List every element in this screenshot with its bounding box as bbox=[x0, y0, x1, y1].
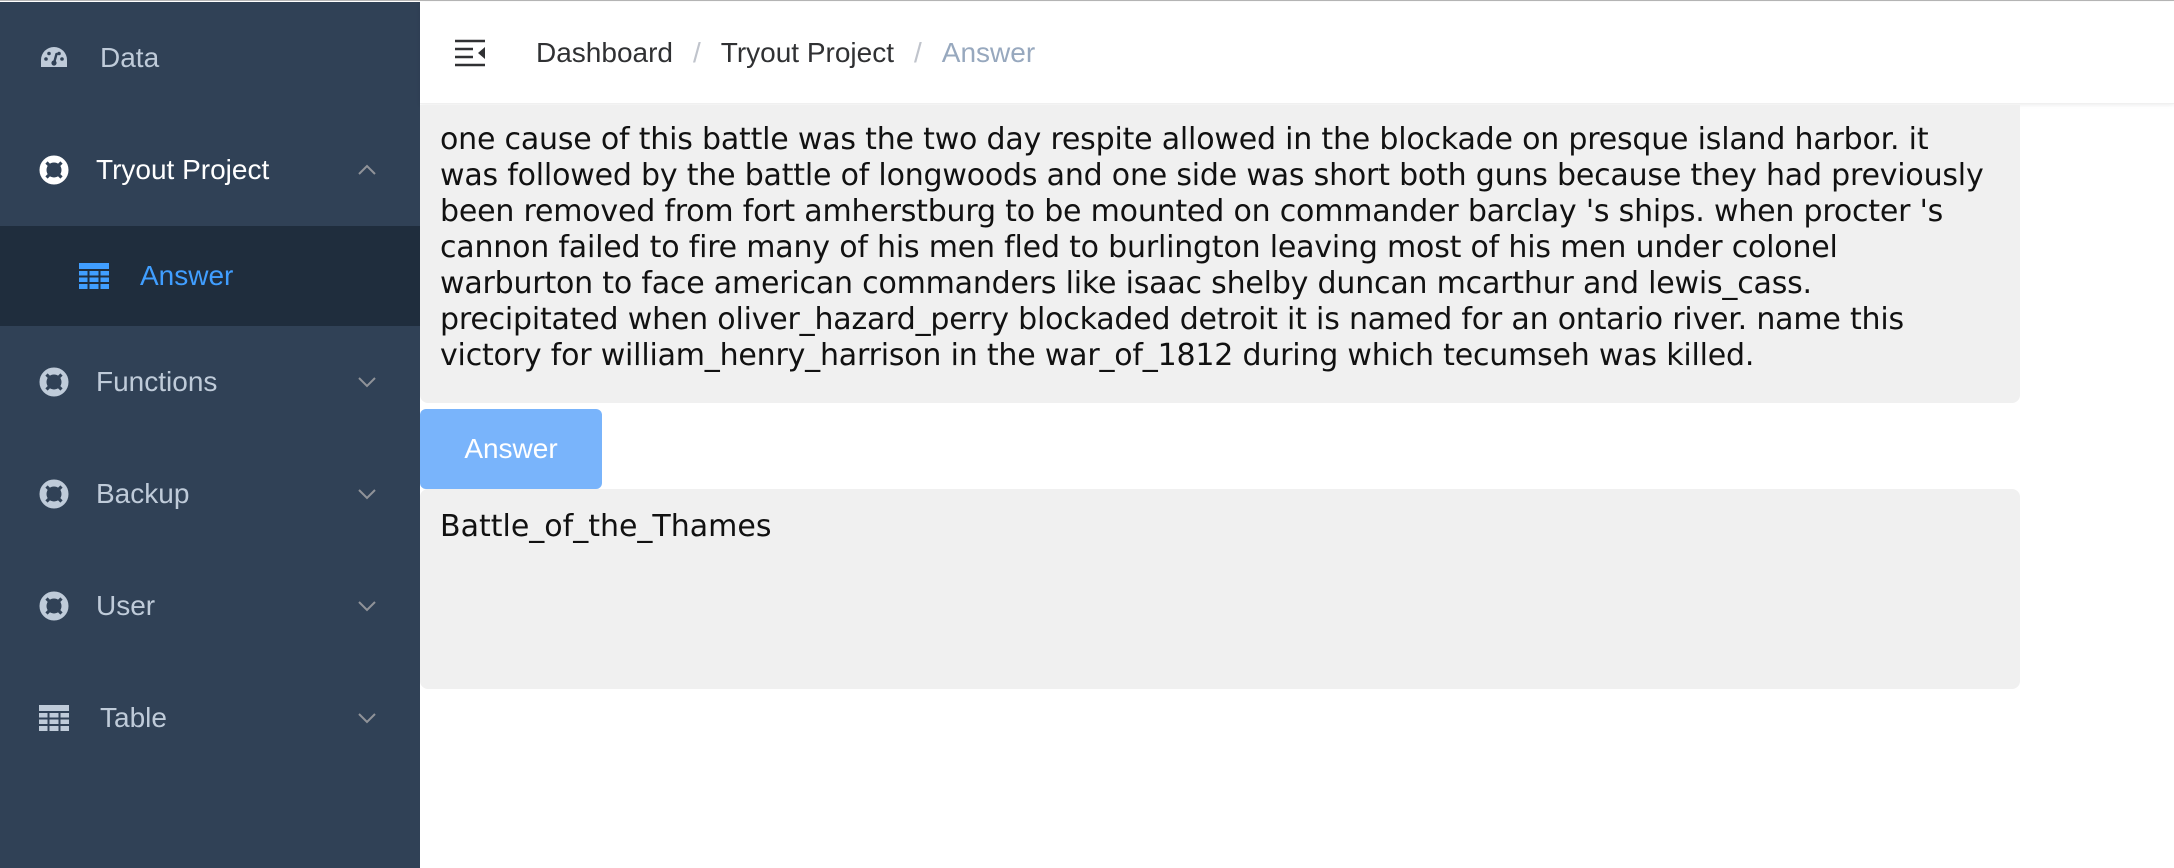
sidebar-item-tryout-project[interactable]: Tryout Project bbox=[0, 114, 420, 226]
breadcrumb-separator: / bbox=[692, 37, 701, 68]
chevron-down-icon bbox=[356, 375, 378, 389]
sidebar-item-label: Functions bbox=[96, 366, 218, 397]
breadcrumb-separator: / bbox=[914, 37, 922, 68]
table-icon bbox=[39, 703, 69, 733]
sidebar-item-table[interactable]: Table bbox=[0, 662, 420, 774]
sidebar-item-data[interactable]: Data bbox=[0, 2, 420, 114]
sidebar-item-backup[interactable]: Backup bbox=[0, 438, 420, 550]
answer-text: Battle_of_the_Thames bbox=[440, 509, 772, 544]
answer-button[interactable]: Answer bbox=[420, 409, 602, 489]
question-line: victory for william_henry_harrison in th… bbox=[440, 338, 1755, 373]
question-line: precipitated when oliver_hazard_perry bl… bbox=[440, 302, 1904, 337]
breadcrumb-answer: Answer bbox=[941, 37, 1036, 68]
sidebar-item-label: Tryout Project bbox=[96, 154, 270, 185]
help-circle-icon bbox=[39, 479, 69, 509]
chevron-down-icon bbox=[356, 487, 378, 501]
help-circle-icon bbox=[39, 155, 69, 185]
dashboard-icon bbox=[39, 43, 69, 73]
question-textarea[interactable]: one cause of this battle was the two day… bbox=[420, 105, 2020, 403]
breadcrumb-dashboard[interactable]: Dashboard bbox=[536, 37, 673, 69]
chevron-up-icon bbox=[356, 163, 378, 177]
chevron-down-icon bbox=[356, 599, 378, 613]
question-line: warburton to face american commanders li… bbox=[440, 266, 1812, 301]
question-line: cannon failed to fire many of his men fl… bbox=[440, 230, 1838, 265]
sidebar-item-label: Answer bbox=[140, 260, 234, 291]
answer-output[interactable]: Battle_of_the_Thames bbox=[420, 489, 2020, 689]
help-circle-icon bbox=[39, 367, 69, 397]
breadcrumb-tryout-project[interactable]: Tryout Project bbox=[721, 37, 894, 69]
sidebar-item-label: Backup bbox=[96, 478, 190, 509]
table-icon bbox=[79, 261, 109, 291]
sidebar-item-label: User bbox=[96, 590, 156, 621]
chevron-down-icon bbox=[356, 711, 378, 725]
question-line: one cause of this battle was the two day… bbox=[440, 122, 1929, 157]
help-circle-icon bbox=[39, 591, 69, 621]
sidebar-item-answer[interactable]: Answer bbox=[0, 226, 420, 326]
navbar: Dashboard / Tryout Project / Answer bbox=[420, 2, 2174, 104]
sidebar-item-user[interactable]: User bbox=[0, 550, 420, 662]
sidebar-item-functions[interactable]: Functions bbox=[0, 326, 420, 438]
question-line: was followed by the battle of longwoods … bbox=[440, 158, 1984, 193]
breadcrumb: Dashboard / Tryout Project / Answer bbox=[536, 2, 1035, 104]
sidebar: Data Tryout Project Answer Functions Bac… bbox=[0, 2, 420, 868]
sidebar-item-label: Data bbox=[100, 42, 160, 73]
hamburger-menu-icon[interactable] bbox=[453, 36, 487, 70]
submenu-tryout-project: Answer bbox=[0, 226, 420, 326]
app-root: Data Tryout Project Answer Functions Bac… bbox=[0, 0, 2174, 868]
question-line: been removed from fort amherstburg to be… bbox=[440, 194, 1944, 229]
sidebar-item-label: Table bbox=[100, 702, 167, 733]
